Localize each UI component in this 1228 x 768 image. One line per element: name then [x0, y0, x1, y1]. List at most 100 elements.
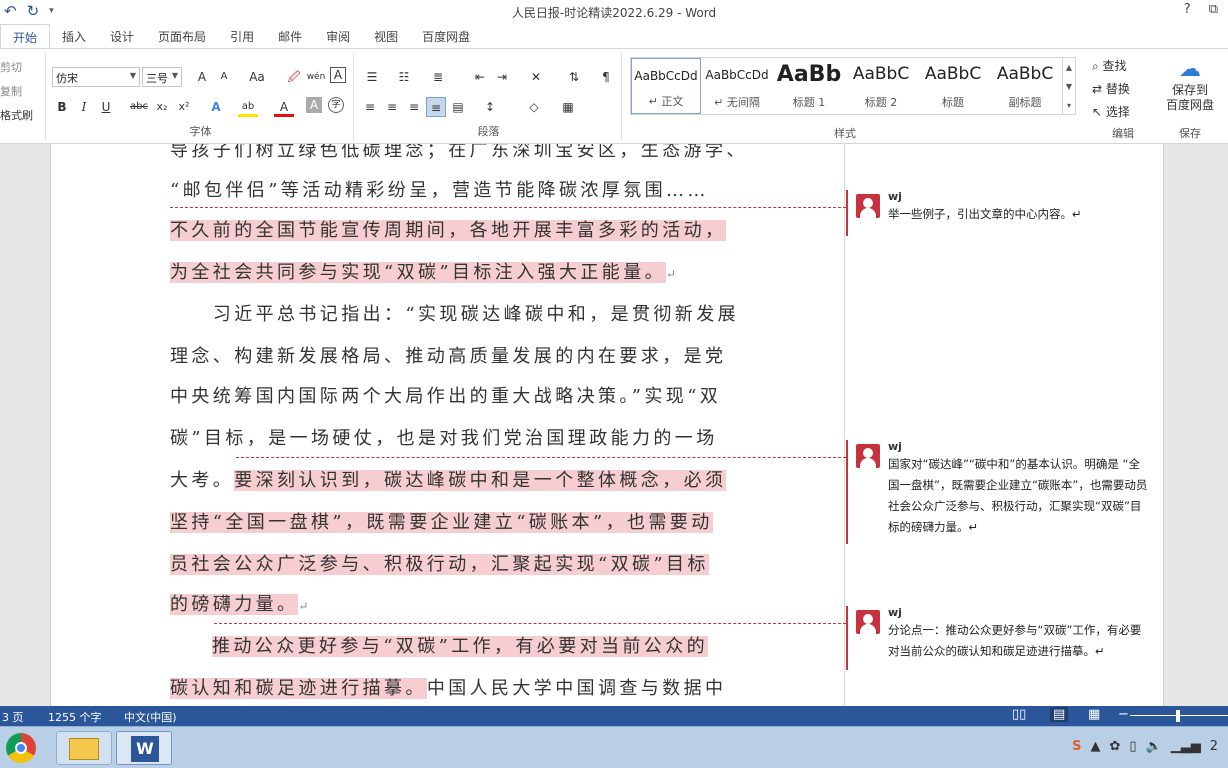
text-effects-button[interactable]: A — [206, 97, 226, 117]
page-count[interactable]: 3 页 — [2, 709, 24, 725]
zoom-out-icon[interactable]: − — [1118, 707, 1129, 722]
comment-balloon[interactable]: wj 分论点一：推动公众更好参与“双碳”工作，有必要对当前公众的碳认知和碳足迹进… — [846, 606, 1152, 670]
font-size-combo[interactable]: 三号 ▼ — [142, 67, 182, 87]
copy-button[interactable]: 复制 — [0, 83, 22, 99]
doc-line-commented[interactable]: 不久前的全国节能宣传周期间，各地开展丰富多彩的活动， — [170, 216, 727, 246]
superscript-button[interactable]: x² — [174, 97, 194, 117]
tab-design[interactable]: 设计 — [98, 24, 146, 48]
grow-font-button[interactable]: A — [192, 67, 212, 87]
doc-line[interactable]: 中央统筹国内国际两个大局作出的重大战略决策。”实现“双 — [170, 382, 726, 412]
device-icon[interactable]: ▯ — [1129, 739, 1136, 754]
more-styles-icon[interactable]: ▾ — [1063, 96, 1075, 115]
chevron-up-icon[interactable]: ▲ — [1090, 739, 1100, 754]
ime-icon[interactable]: S — [1072, 739, 1081, 754]
line-spacing-icon[interactable]: ↕ — [480, 97, 500, 117]
doc-line-commented[interactable]: 为全社会共同参与实现“双碳”目标注入强大正能量。↵ — [170, 258, 726, 288]
tab-mailings[interactable]: 邮件 — [266, 24, 314, 48]
tab-insert[interactable]: 插入 — [50, 24, 98, 48]
volume-icon[interactable]: 🔈 — [1146, 739, 1162, 754]
comment-balloon[interactable]: wj 国家对“碳达峰”“碳中和”的基本认识。明确是 “全国一盘棋”，既需要企业建… — [846, 440, 1152, 544]
increase-indent-icon[interactable]: ⇥ — [492, 67, 512, 87]
doc-line[interactable]: 导孩子们树立绿色低碳理念；在广东深圳宝安区，生态游学、 — [170, 144, 744, 166]
multilevel-list-icon[interactable]: ≣ — [428, 67, 448, 87]
underline-button[interactable]: U — [96, 97, 116, 117]
doc-line[interactable]: 习近平总书记指出：“实现碳达峰碳中和，是贯彻新发展 — [170, 300, 736, 330]
chevron-up-icon[interactable]: ▲ — [1063, 58, 1075, 77]
read-mode-icon[interactable]: ▯▯ — [1012, 707, 1026, 722]
shading-icon[interactable]: ◇ — [524, 97, 544, 117]
style-heading-1[interactable]: AaBb 标题 1 — [773, 58, 845, 114]
doc-line-commented[interactable]: 坚持“全国一盘棋”，既需要企业建立“碳账本”，也需要动 — [170, 508, 726, 538]
justify-icon[interactable]: ≡ — [426, 97, 446, 117]
ribbon-display-icon[interactable]: ⧉ — [1209, 2, 1218, 17]
chrome-icon[interactable] — [0, 731, 42, 765]
distributed-icon[interactable]: ▤ — [448, 97, 468, 117]
style-title[interactable]: AaBbC 标题 — [917, 58, 989, 114]
numbering-icon[interactable]: ☷ — [394, 67, 414, 87]
comment-text[interactable]: 举一些例子，引出文章的中心内容。↵ — [888, 204, 1150, 225]
doc-line-commented[interactable]: 的磅礴力量。↵ — [170, 590, 726, 620]
align-right-icon[interactable]: ≡ — [404, 97, 424, 117]
shrink-font-button[interactable]: A — [214, 67, 234, 87]
network-app-icon[interactable]: ✿ — [1109, 739, 1120, 754]
replace-button[interactable]: ⇄ 替换 — [1092, 80, 1130, 97]
word-taskbar-icon[interactable]: W — [116, 731, 172, 765]
doc-line[interactable]: 碳”目标，是一场硬仗，也是对我们党治国理政能力的一场 — [170, 424, 726, 454]
styles-scroll[interactable]: ▲ ▼ ▾ — [1062, 57, 1076, 115]
language-indicator[interactable]: 中文(中国) — [124, 709, 177, 725]
format-painter-button[interactable]: 格式刷 — [0, 107, 33, 123]
print-layout-icon[interactable]: ▤ — [1050, 707, 1069, 722]
web-layout-icon[interactable]: ▦ — [1088, 707, 1100, 722]
align-center-icon[interactable]: ≡ — [382, 97, 402, 117]
tab-references[interactable]: 引用 — [218, 24, 266, 48]
doc-line[interactable]: 碳认知和碳足迹进行描摹。中国人民大学中国调查与数据中 — [170, 674, 726, 704]
style-subtitle[interactable]: AaBbC 副标题 — [989, 58, 1061, 114]
clear-format-button[interactable]: 🖉 — [284, 67, 304, 87]
style-no-spacing[interactable]: AaBbCcDd ↵ 无间隔 — [701, 58, 773, 114]
style-heading-2[interactable]: AaBbC 标题 2 — [845, 58, 917, 114]
comment-text[interactable]: 国家对“碳达峰”“碳中和”的基本认识。明确是 “全国一盘棋”，既需要企业建立“碳… — [888, 454, 1150, 538]
doc-line[interactable]: “邮包伴侣”等活动精彩纷呈，营造节能降碳浓厚氛围…… — [170, 176, 726, 206]
align-left-icon[interactable]: ≡ — [360, 97, 380, 117]
tab-home[interactable]: 开始 — [0, 24, 51, 48]
font-color-button[interactable]: A — [274, 97, 294, 117]
borders-icon[interactable]: ▦ — [558, 97, 578, 117]
enclose-characters-button[interactable]: 字 — [328, 97, 344, 113]
italic-button[interactable]: I — [74, 97, 94, 117]
word-count[interactable]: 1255 个字 — [48, 709, 102, 725]
file-explorer-icon[interactable] — [56, 731, 112, 765]
zoom-slider-thumb[interactable] — [1176, 710, 1180, 722]
strikethrough-button[interactable]: abc — [128, 97, 150, 117]
doc-line[interactable]: 大考。要深刻认识到，碳达峰碳中和是一个整体概念，必须 — [170, 466, 727, 496]
highlight-color-button[interactable]: ab — [238, 97, 258, 117]
sort-icon[interactable]: ⇅ — [564, 67, 584, 87]
change-case-button[interactable]: Aa — [244, 67, 270, 87]
character-shading-button[interactable]: A — [306, 97, 322, 113]
doc-line-commented[interactable]: 员社会公众广泛参与、积极行动，汇聚起实现“双碳”目标 — [170, 550, 726, 580]
tab-view[interactable]: 视图 — [362, 24, 410, 48]
comment-text[interactable]: 分论点一：推动公众更好参与“双碳”工作，有必要对当前公众的碳认知和碳足迹进行描摹… — [888, 620, 1150, 662]
clock-partial[interactable]: 2 — [1210, 739, 1218, 754]
tab-page-layout[interactable]: 页面布局 — [146, 24, 218, 48]
decrease-indent-icon[interactable]: ⇤ — [470, 67, 490, 87]
chevron-down-icon[interactable]: ▼ — [1063, 77, 1075, 96]
bold-button[interactable]: B — [52, 97, 72, 117]
doc-line-commented[interactable]: 推动公众更好参与“双碳”工作，有必要对当前公众的 — [170, 632, 726, 662]
signal-icon[interactable]: ▁▃▅ — [1171, 739, 1201, 754]
chinese-layout-icon[interactable]: ✕ — [526, 67, 546, 87]
find-button[interactable]: ⌕ 查找 — [1092, 57, 1127, 74]
font-name-combo[interactable]: 仿宋 ▼ — [52, 67, 140, 87]
comment-balloon[interactable]: wj 举一些例子，引出文章的中心内容。↵ — [846, 190, 1152, 236]
tab-review[interactable]: 审阅 — [314, 24, 362, 48]
phonetic-guide-button[interactable]: wén — [306, 67, 326, 87]
doc-line[interactable]: 理念、构建新发展格局、推动高质量发展的内在要求，是党 — [170, 342, 726, 372]
show-marks-icon[interactable]: ¶ — [596, 67, 616, 87]
style-normal[interactable]: AaBbCcDd ↵ 正文 — [631, 58, 701, 114]
bullets-icon[interactable]: ☰ — [362, 67, 382, 87]
tab-baidu-netdisk[interactable]: 百度网盘 — [410, 24, 482, 48]
help-icon[interactable]: ? — [1184, 2, 1191, 17]
save-to-baidu-button[interactable]: ☁ 保存到 百度网盘 — [1164, 57, 1216, 113]
character-border-button[interactable]: A — [330, 67, 346, 83]
select-button[interactable]: ↖ 选择 — [1092, 103, 1130, 120]
subscript-button[interactable]: x₂ — [152, 97, 172, 117]
